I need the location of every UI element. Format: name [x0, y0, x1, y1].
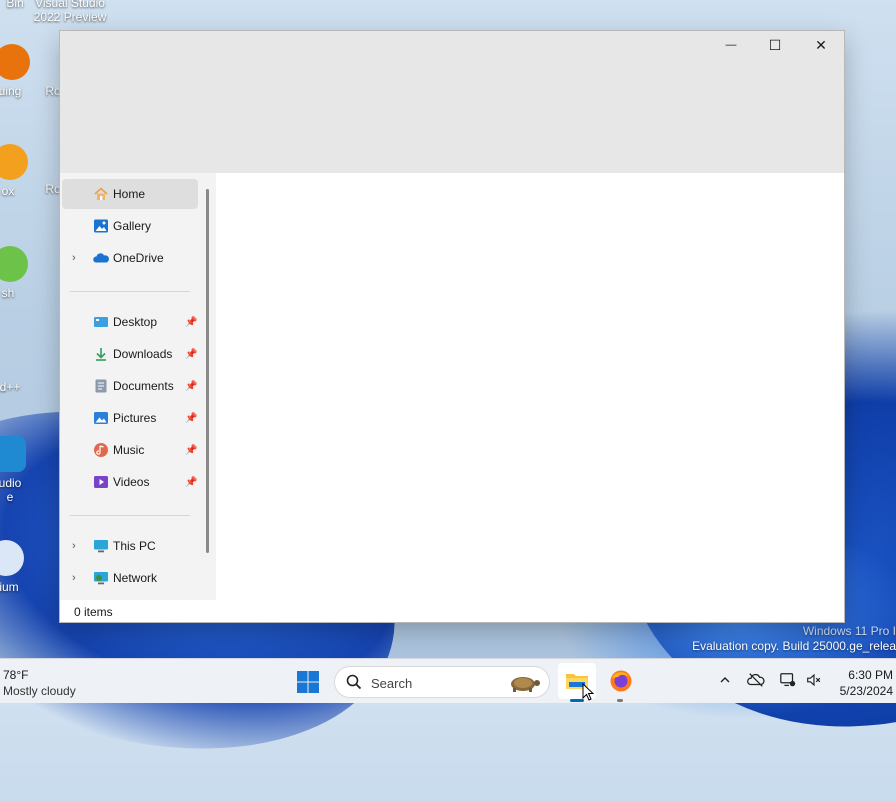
nav-item-downloads[interactable]: Downloads 📌 [62, 339, 198, 369]
desktop-icon-app[interactable]: sh [0, 246, 40, 300]
mouse-cursor-icon [582, 683, 594, 701]
nav-item-documents[interactable]: Documents 📌 [62, 371, 198, 401]
close-icon: ✕ [815, 36, 827, 53]
nav-item-this-pc[interactable]: › This PC [62, 531, 198, 561]
watermark-line2: Evaluation copy. Build 25000.ge_relea [692, 639, 896, 653]
desktop-icon-label: d++ [0, 380, 21, 394]
status-bar: 0 items [60, 600, 844, 622]
nav-item-videos[interactable]: Videos 📌 [62, 467, 198, 497]
minimize-icon: — [725, 39, 737, 51]
pin-icon[interactable]: 📌 [185, 477, 197, 488]
vscode-icon [0, 436, 26, 472]
weather-temperature: 78°F [3, 668, 29, 682]
cloud-offline-icon [747, 673, 765, 687]
turtle-highlight-icon [511, 677, 540, 692]
close-button[interactable]: ✕ [798, 31, 844, 59]
minimize-button[interactable]: — [708, 31, 754, 59]
onedrive-icon [93, 253, 109, 263]
desktop-icon-label: Visual Studio 2022 Preview [33, 0, 107, 24]
pin-icon[interactable]: 📌 [185, 349, 197, 360]
expand-chevron-icon[interactable]: › [72, 252, 76, 264]
app-icon [0, 540, 24, 576]
weather-description: Mostly cloudy [3, 684, 76, 698]
nav-item-label: Network [113, 571, 158, 585]
nav-item-label: Desktop [113, 315, 158, 329]
nav-item-label: OneDrive [113, 251, 164, 265]
taskbar-app-firefox[interactable] [602, 663, 640, 699]
pin-icon[interactable]: 📌 [185, 381, 197, 392]
this-pc-icon [94, 540, 108, 553]
file-list-pane[interactable] [216, 173, 844, 600]
downloads-icon [96, 348, 106, 361]
volume-muted-icon [807, 673, 821, 687]
nav-item-label: This PC [113, 539, 156, 553]
desktop-icon-notepad-plus-plus[interactable]: d++ [0, 340, 40, 394]
nav-item-gallery[interactable]: Gallery [62, 211, 198, 241]
watermark-line1: Windows 11 Pro I [802, 624, 896, 638]
taskbar: 78°F Mostly cloudy Search 6:30 PM 5/23/2… [0, 658, 896, 703]
title-bar[interactable]: — ☐ ✕ [60, 31, 844, 173]
nav-item-label: Pictures [113, 411, 157, 425]
music-icon [94, 443, 108, 457]
chevron-up-icon [720, 677, 730, 683]
pin-icon[interactable]: 📌 [185, 445, 197, 456]
clock[interactable]: 6:30 PM 5/23/2024 [826, 659, 896, 703]
pin-icon[interactable]: 📌 [185, 317, 197, 328]
app-icon [0, 340, 23, 376]
videos-icon [94, 476, 108, 488]
start-button[interactable] [296, 670, 320, 694]
home-icon [94, 187, 108, 200]
nav-item-label: Home [113, 187, 146, 201]
nav-item-pictures[interactable]: Pictures 📌 [62, 403, 198, 433]
divider [70, 515, 190, 516]
app-icon [0, 246, 28, 282]
desktop-icon-chromium[interactable]: ium [0, 540, 40, 594]
desktop-icon-label: sh [1, 286, 15, 300]
show-hidden-icons-button[interactable] [715, 670, 735, 690]
expand-chevron-icon[interactable]: › [72, 572, 76, 584]
maximize-icon: ☐ [768, 36, 782, 53]
desktop-icon-label: udio e [0, 476, 22, 504]
pin-icon[interactable]: 📌 [185, 413, 197, 424]
maximize-button[interactable]: ☐ [752, 31, 798, 59]
app-icon [0, 144, 28, 180]
nav-item-label: Gallery [113, 219, 152, 233]
volume-tray-button[interactable] [804, 670, 824, 690]
weather-widget[interactable]: 78°F Mostly cloudy [0, 659, 90, 703]
divider [70, 291, 190, 292]
clock-time: 6:30 PM [848, 668, 893, 682]
desktop-icon-visual-studio-code[interactable]: udio e [0, 436, 40, 504]
nav-item-network[interactable]: › Network [62, 563, 198, 593]
network-tray-button[interactable] [778, 670, 798, 690]
desktop-icon-visual-studio-preview[interactable]: Visual Studio 2022 Preview [30, 0, 110, 24]
nav-item-onedrive[interactable]: › OneDrive [62, 243, 198, 273]
clock-date: 5/23/2024 [839, 684, 893, 698]
navigation-pane-scrollbar[interactable] [206, 189, 209, 553]
file-explorer-window: — ☐ ✕ Home Gallery › OneDrive Desktop 📌 … [60, 31, 844, 622]
gallery-icon [94, 219, 108, 233]
firefox-icon [610, 670, 632, 692]
navigation-pane[interactable]: Home Gallery › OneDrive Desktop 📌 Downlo… [60, 173, 216, 600]
item-count: 0 items [74, 605, 113, 619]
search-placeholder: Search [371, 676, 413, 691]
nav-item-home[interactable]: Home [62, 179, 198, 209]
network-disconnected-icon [780, 673, 796, 687]
network-icon [94, 572, 108, 585]
expand-chevron-icon[interactable]: › [72, 540, 76, 552]
nav-item-label: Documents [113, 379, 174, 393]
nav-item-music[interactable]: Music 📌 [62, 435, 198, 465]
documents-icon [95, 379, 107, 393]
nav-item-desktop[interactable]: Desktop 📌 [62, 307, 198, 337]
nav-item-label: Music [113, 443, 145, 457]
nav-item-label: Downloads [113, 347, 173, 361]
desktop-icon-label: ium [0, 580, 19, 594]
taskbar-search[interactable]: Search [334, 666, 550, 698]
search-icon [346, 674, 362, 690]
nav-item-label: Videos [113, 475, 150, 489]
desktop-folder-icon [94, 317, 108, 327]
onedrive-tray-button[interactable] [746, 670, 766, 690]
pictures-icon [94, 412, 108, 424]
